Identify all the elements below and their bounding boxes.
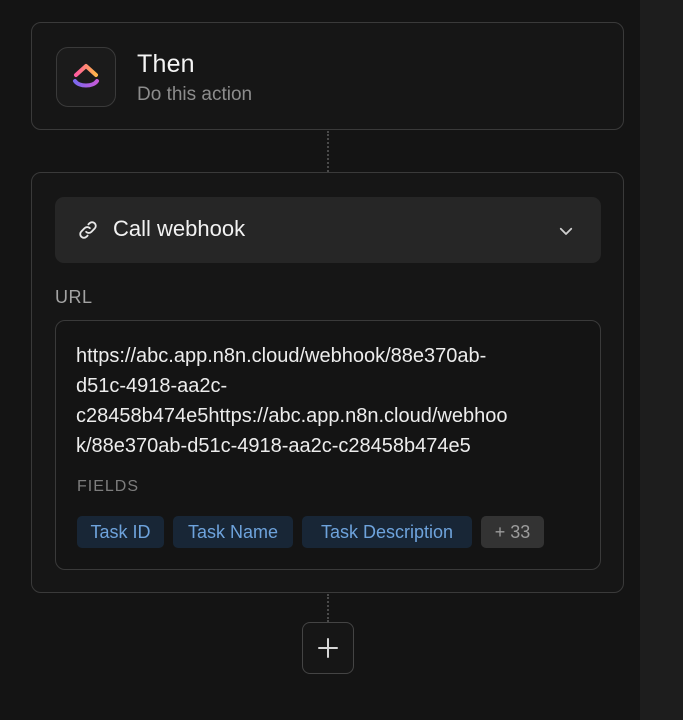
field-tag-task-name[interactable]: Task Name [173, 516, 293, 548]
action-dropdown[interactable]: Call webhook [55, 197, 601, 263]
action-label: Call webhook [113, 216, 246, 241]
workflow-canvas: Then Do this action Call webhook URL htt… [0, 0, 683, 720]
step-connector [327, 131, 329, 172]
more-fields-badge[interactable]: + 33 [481, 516, 544, 548]
chevron-down-icon [559, 227, 573, 235]
url-line: https://abc.app.n8n.cloud/webhook/88e370… [76, 345, 487, 367]
trigger-step-card[interactable]: Then Do this action [31, 22, 624, 130]
add-step-button[interactable] [302, 622, 354, 674]
step-title: Then [137, 50, 195, 78]
url-line: d51c-4918-aa2c- [76, 375, 228, 397]
field-tag-task-description[interactable]: Task Description [302, 516, 472, 548]
action-step-card: Call webhook URL https://abc.app.n8n.clo… [31, 172, 624, 593]
link-icon [79, 221, 97, 239]
field-tag-task-id[interactable]: Task ID [77, 516, 164, 548]
url-field-label: URL [55, 287, 93, 307]
url-field[interactable]: https://abc.app.n8n.cloud/webhook/88e370… [55, 320, 601, 570]
fields-label: FIELDS [77, 478, 140, 495]
plus-icon [318, 638, 338, 658]
step-subtitle: Do this action [137, 84, 253, 105]
url-value: https://abc.app.n8n.cloud/webhook/88e370… [76, 341, 586, 461]
url-line: k/88e370ab-d51c-4918-aa2c-c28458b474e5 [76, 435, 471, 457]
step-connector [327, 594, 329, 622]
url-line: c28458b474e5https://abc.app.n8n.cloud/we… [76, 405, 508, 427]
clickup-logo-icon [56, 47, 116, 107]
side-panel-edge [640, 0, 683, 720]
